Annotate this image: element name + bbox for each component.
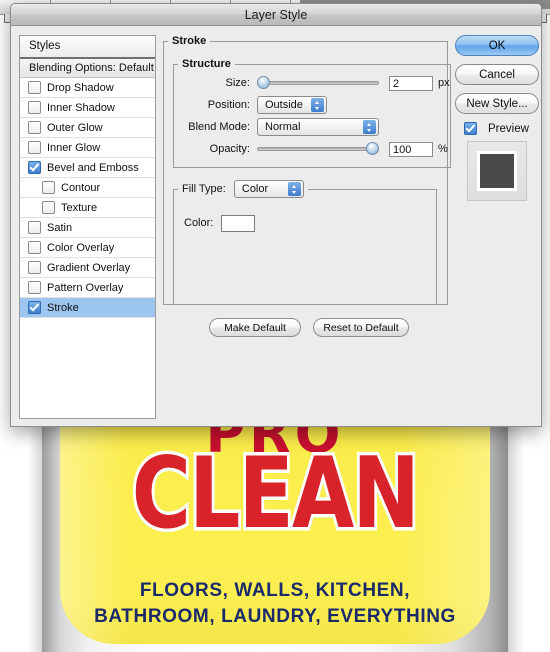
preview-square: [477, 151, 517, 191]
opacity-slider[interactable]: [257, 142, 379, 155]
fill-type-label: Fill Type:: [182, 183, 226, 195]
size-row: Size: 2 px: [178, 72, 450, 94]
chevron-updown-icon: [287, 182, 301, 196]
stroke-settings-panel: Stroke Structure Size: 2 px Position: Ou…: [163, 35, 451, 417]
style-row-stroke[interactable]: Stroke: [20, 298, 155, 318]
style-row-inner-shadow[interactable]: Inner Shadow: [20, 98, 155, 118]
dialog-titlebar[interactable]: Layer Style: [11, 4, 541, 26]
style-label: Texture: [61, 201, 98, 214]
style-label: Bevel and Emboss: [47, 161, 139, 174]
checkbox-inner-shadow[interactable]: [28, 101, 41, 114]
style-row-satin[interactable]: Satin: [20, 218, 155, 238]
checkbox-inner-glow[interactable]: [28, 141, 41, 154]
style-label: Inner Glow: [47, 141, 101, 154]
headline-text: CLEAN: [131, 437, 420, 551]
structure-group-legend: Structure: [182, 58, 231, 70]
size-slider-track: [257, 81, 379, 85]
stroke-group: Stroke Structure Size: 2 px Position: Ou…: [163, 35, 451, 305]
style-row-color-overlay[interactable]: Color Overlay: [20, 238, 155, 258]
blending-options-row[interactable]: Blending Options: Default: [20, 59, 155, 78]
structure-group: Structure Size: 2 px Position: Outside B…: [173, 58, 451, 168]
color-swatch[interactable]: [221, 214, 256, 232]
opacity-input[interactable]: 100: [389, 141, 433, 157]
position-label: Position:: [207, 99, 250, 111]
size-label: Size:: [225, 77, 250, 89]
fill-type-group: Fill Type: Color Color:: [173, 180, 437, 305]
style-row-texture[interactable]: Texture: [20, 198, 155, 218]
style-label: Outer Glow: [47, 121, 103, 134]
styles-list-header[interactable]: Styles: [20, 36, 155, 59]
blend-mode-label: Blend Mode:: [188, 121, 250, 133]
style-row-outer-glow[interactable]: Outer Glow: [20, 118, 155, 138]
color-row: Color:: [184, 212, 436, 234]
style-row-contour[interactable]: Contour: [20, 178, 155, 198]
style-row-drop-shadow[interactable]: Drop Shadow: [20, 78, 155, 98]
style-label: Stroke: [47, 301, 79, 314]
fill-type-legend-wrap: Fill Type: Color: [178, 180, 308, 198]
size-slider[interactable]: [257, 76, 379, 89]
style-row-bevel-and-emboss[interactable]: Bevel and Emboss: [20, 158, 155, 178]
style-row-gradient-overlay[interactable]: Gradient Overlay: [20, 258, 155, 278]
checkbox-pattern-overlay[interactable]: [28, 281, 41, 294]
style-label: Contour: [61, 181, 101, 194]
checkbox-drop-shadow[interactable]: [28, 81, 41, 94]
cancel-button[interactable]: Cancel: [455, 64, 539, 85]
position-value: Outside: [265, 99, 303, 111]
checkbox-bevel-and-emboss[interactable]: [28, 161, 41, 174]
blend-mode-dropdown[interactable]: Normal: [257, 118, 379, 136]
chevron-updown-icon: [311, 98, 324, 112]
blend-mode-row: Blend Mode: Normal: [178, 116, 450, 138]
size-unit: px: [438, 77, 450, 89]
checkbox-stroke[interactable]: [28, 301, 41, 314]
stroke-group-legend: Stroke: [172, 35, 207, 47]
style-label: Pattern Overlay: [47, 281, 124, 294]
new-style-button[interactable]: New Style...: [455, 93, 539, 114]
blend-mode-value: Normal: [265, 121, 301, 133]
checkbox-gradient-overlay[interactable]: [28, 261, 41, 274]
opacity-slider-thumb[interactable]: [366, 142, 379, 155]
tagline-line-1: FLOORS, WALLS, KITCHEN,: [139, 580, 411, 601]
opacity-unit: %: [438, 143, 448, 155]
checkbox-texture[interactable]: [42, 201, 55, 214]
tagline-line-2: BATHROOM, LAUNDRY, EVERYTHING: [94, 606, 456, 627]
dialog-title: Layer Style: [244, 7, 308, 22]
checkbox-color-overlay[interactable]: [28, 241, 41, 254]
color-label: Color:: [184, 217, 214, 229]
opacity-slider-track: [257, 147, 379, 151]
style-preview-thumbnail: [467, 141, 527, 201]
size-slider-thumb[interactable]: [257, 76, 270, 89]
style-row-inner-glow[interactable]: Inner Glow: [20, 138, 155, 158]
style-label: Drop Shadow: [47, 81, 114, 94]
style-label: Inner Shadow: [47, 101, 115, 114]
dialog-body: Styles Blending Options: Default Drop Sh…: [11, 26, 541, 426]
position-dropdown[interactable]: Outside: [257, 96, 327, 114]
style-label: Satin: [47, 221, 73, 234]
opacity-row: Opacity: 100 %: [178, 138, 450, 160]
checkbox-satin[interactable]: [28, 221, 41, 234]
checkbox-outer-glow[interactable]: [28, 121, 41, 134]
style-label: Color Overlay: [47, 241, 115, 254]
default-buttons-row: Make Default Reset to Default: [209, 318, 419, 337]
style-row-pattern-overlay[interactable]: Pattern Overlay: [20, 278, 155, 298]
make-default-button[interactable]: Make Default: [209, 318, 301, 337]
dialog-actions: OK Cancel New Style... Preview: [455, 35, 539, 201]
fill-type-dropdown[interactable]: Color: [233, 180, 304, 198]
preview-toggle-row[interactable]: Preview: [459, 122, 535, 135]
chevron-updown-icon: [363, 120, 376, 134]
checkbox-contour[interactable]: [42, 181, 55, 194]
checkbox-preview[interactable]: [464, 122, 477, 135]
styles-list: Styles Blending Options: Default Drop Sh…: [19, 35, 156, 419]
preview-label: Preview: [488, 122, 529, 135]
reset-to-default-button[interactable]: Reset to Default: [313, 318, 409, 337]
fill-type-value: Color: [241, 183, 269, 195]
style-label: Gradient Overlay: [47, 261, 131, 274]
position-row: Position: Outside: [178, 94, 450, 116]
opacity-label: Opacity:: [209, 143, 250, 155]
size-input[interactable]: 2: [389, 75, 433, 91]
ok-button[interactable]: OK: [455, 35, 539, 56]
layer-style-dialog: Layer Style Styles Blending Options: Def…: [10, 3, 542, 427]
